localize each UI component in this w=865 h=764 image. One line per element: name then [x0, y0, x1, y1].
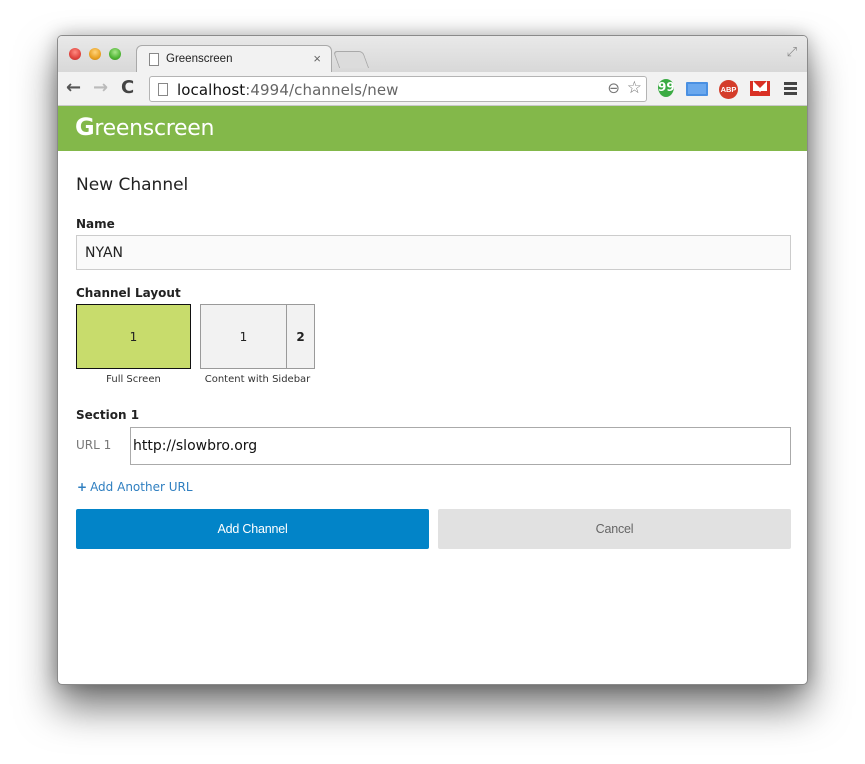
layout-pane: 1 — [129, 329, 138, 344]
add-another-url-link[interactable]: + Add Another URL — [77, 480, 193, 494]
address-host: localhost — [177, 81, 246, 99]
address-path: :4994/channels/new — [245, 81, 399, 99]
window-close-button[interactable] — [69, 48, 81, 60]
section-label: Section 1 — [76, 408, 140, 422]
browser-tab[interactable]: Greenscreen × — [136, 45, 332, 73]
new-tab-button[interactable] — [332, 51, 370, 68]
browser-window: Greenscreen × ⤢ ← → C localhost:4994/cha… — [57, 35, 808, 685]
page-icon — [158, 83, 168, 96]
window-maximize-button[interactable] — [109, 48, 121, 60]
back-button[interactable]: ← — [66, 77, 81, 99]
layout-option-full-screen[interactable]: 1 Full Screen — [76, 304, 191, 385]
layout-preview[interactable]: 1 — [76, 304, 191, 369]
brand-name: reenscreen — [94, 116, 215, 141]
channel-layout-label: Channel Layout — [76, 286, 181, 300]
add-channel-button[interactable]: Add Channel — [76, 509, 429, 549]
browser-toolbar: ← → C localhost:4994/channels/new ⊖ ☆ 99… — [58, 72, 807, 106]
tab-title: Greenscreen — [166, 53, 233, 65]
page-icon — [149, 53, 159, 66]
cancel-button[interactable]: Cancel — [438, 509, 791, 549]
gmail-icon[interactable] — [750, 81, 770, 96]
name-input[interactable] — [76, 235, 791, 270]
forward-button[interactable]: → — [93, 77, 108, 99]
brand-logo[interactable]: Greenscreen — [75, 113, 214, 141]
layout-caption: Content with Sidebar — [204, 374, 311, 385]
cast-icon[interactable] — [686, 82, 708, 96]
layout-pane: 2 — [296, 329, 305, 344]
hangouts-icon[interactable]: 99 — [658, 79, 675, 97]
address-bar[interactable]: localhost:4994/channels/new ⊖ ☆ — [149, 76, 647, 102]
layout-pane: 1 — [201, 305, 287, 368]
adblock-plus-icon[interactable]: ABP — [719, 80, 738, 99]
layout-preview[interactable]: 1 2 — [200, 304, 315, 369]
name-label: Name — [76, 217, 115, 231]
address-url[interactable]: localhost:4994/channels/new — [177, 81, 399, 99]
reload-button[interactable]: C — [121, 77, 134, 99]
plus-icon: + — [77, 480, 88, 494]
layout-option-content-with-sidebar[interactable]: 1 2 Content with Sidebar — [200, 304, 315, 385]
bookmark-star-icon[interactable]: ☆ — [627, 78, 642, 98]
url-input[interactable] — [130, 427, 791, 465]
hamburger-menu-icon[interactable] — [784, 82, 797, 97]
tab-close-icon[interactable]: × — [313, 51, 321, 66]
fullscreen-icon[interactable]: ⤢ — [787, 45, 797, 60]
app-header: Greenscreen — [58, 106, 807, 151]
layout-caption: Full Screen — [106, 374, 161, 385]
window-minimize-button[interactable] — [89, 48, 101, 60]
page-title: New Channel — [76, 175, 189, 195]
url-label: URL 1 — [76, 438, 112, 452]
add-url-label: Add Another URL — [90, 480, 193, 494]
zoom-icon[interactable]: ⊖ — [607, 79, 620, 97]
tab-strip: Greenscreen × ⤢ — [58, 36, 807, 73]
brand-initial: G — [75, 113, 95, 141]
